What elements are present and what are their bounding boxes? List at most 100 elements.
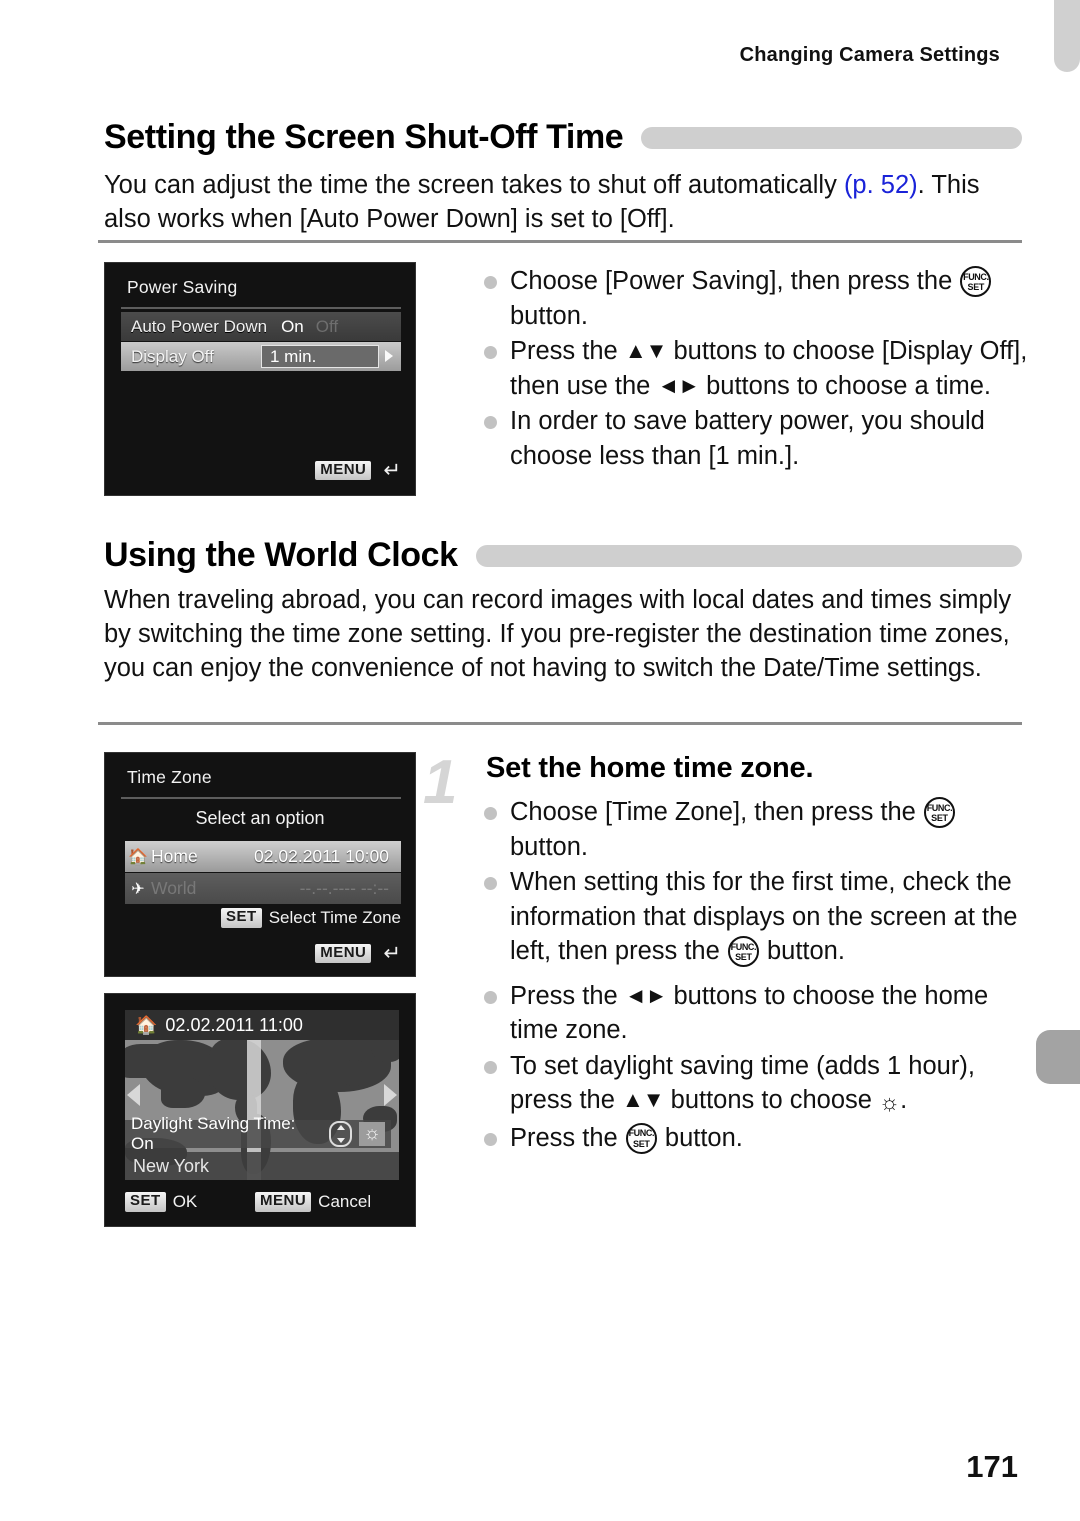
bullet-text-mid: buttons to choose bbox=[663, 1086, 880, 1114]
left-arrow-icon[interactable] bbox=[127, 1084, 140, 1106]
row-value-display-off[interactable]: 1 min. bbox=[261, 345, 379, 368]
screen-title: Time Zone bbox=[127, 767, 212, 787]
daylight-saving-label: Daylight Saving Time: On bbox=[131, 1114, 296, 1153]
section-title: Using the World Clock bbox=[104, 536, 458, 574]
screen-title-divider bbox=[121, 797, 401, 799]
screen-footer-menu[interactable]: MENU ↵ bbox=[315, 943, 401, 964]
time-zone-screen: Time Zone Select an option 🏠 Home 02.02.… bbox=[104, 752, 416, 977]
left-right-arrows-icon: ◄► bbox=[624, 982, 668, 1008]
bullet-dot-icon bbox=[484, 1060, 497, 1074]
set-badge[interactable]: SET bbox=[125, 1192, 166, 1212]
bullet-item: To set daylight saving time (adds 1 hour… bbox=[470, 1049, 1030, 1120]
menu-label: Cancel bbox=[318, 1192, 372, 1211]
bullet-dot-icon bbox=[484, 276, 497, 289]
bullet-item: Choose [Time Zone], then press the FUNC.… bbox=[470, 795, 1030, 864]
screen-subtitle: Select an option bbox=[195, 808, 325, 828]
screen-title: Power Saving bbox=[127, 277, 238, 297]
landmass bbox=[161, 1076, 205, 1108]
up-down-pill-icon[interactable] bbox=[329, 1121, 353, 1147]
set-label: Select Time Zone bbox=[268, 908, 401, 927]
bullet-text: In order to save battery power, you shou… bbox=[510, 407, 985, 470]
landmass bbox=[209, 1038, 271, 1100]
divider-rule-1 bbox=[98, 240, 1022, 243]
step-number: 1 bbox=[423, 748, 458, 817]
row-date: --.--.---- --:-- bbox=[299, 878, 389, 898]
time-zone-row-home[interactable]: 🏠 Home 02.02.2011 10:00 bbox=[125, 841, 401, 872]
up-down-arrows-icon: ▲▼ bbox=[621, 1087, 665, 1112]
sun-icon: ☼ bbox=[879, 1089, 901, 1115]
bullet-text: Choose [Time Zone], then press the bbox=[510, 798, 923, 826]
bullet-text: Press the bbox=[510, 337, 625, 365]
sun-icon[interactable]: ☼ bbox=[359, 1122, 385, 1146]
menu-badge[interactable]: MENU bbox=[255, 1192, 312, 1212]
left-right-arrows-icon: ◄► bbox=[657, 372, 700, 398]
bullet-item: Press the ◄► buttons to choose the home … bbox=[470, 979, 1030, 1048]
bullet-text: Press the bbox=[510, 981, 625, 1010]
bullet-item: When setting this for the first time, ch… bbox=[470, 865, 1030, 969]
heading-bar bbox=[641, 126, 1022, 149]
row-label: Display Off bbox=[131, 346, 214, 366]
power-saving-instructions: Choose [Power Saving], then press the FU… bbox=[470, 264, 1030, 474]
bullet-dot-icon bbox=[484, 807, 497, 820]
world-map[interactable]: 🏠 02.02.2011 11:00 Daylight Saving Time:… bbox=[125, 1010, 399, 1180]
bullet-text: Choose [Power Saving], then press the bbox=[510, 267, 960, 295]
edge-tab-top bbox=[1054, 0, 1080, 72]
bullet-dot-icon bbox=[484, 877, 497, 890]
screen-footer-menu[interactable]: MENU Cancel bbox=[255, 1192, 371, 1212]
heading-bar bbox=[475, 544, 1022, 567]
menu-badge[interactable]: MENU bbox=[315, 460, 372, 481]
daylight-saving-bar[interactable]: Daylight Saving Time: On ☼ bbox=[125, 1114, 391, 1153]
map-datetime: 02.02.2011 11:00 bbox=[165, 1014, 303, 1035]
step-title: Set the home time zone. bbox=[486, 752, 814, 784]
city-bar: New York bbox=[125, 1152, 399, 1180]
screen-footer-set[interactable]: SET Select Time Zone bbox=[221, 908, 401, 928]
row-value-off[interactable]: Off bbox=[316, 317, 338, 337]
return-arrow-icon: ↵ bbox=[383, 942, 401, 965]
func-set-icon: FUNC. SET bbox=[960, 266, 992, 297]
divider-rule-2 bbox=[98, 722, 1022, 725]
set-label: OK bbox=[172, 1192, 198, 1211]
row-display-off[interactable]: Display Off 1 min. bbox=[121, 342, 401, 371]
func-set-icon: FUNC. SET bbox=[727, 936, 759, 967]
bullet-text-post: button. bbox=[510, 832, 588, 861]
bullet-text: Press the bbox=[510, 1123, 625, 1152]
section-paragraph-world-clock: When traveling abroad, you can record im… bbox=[104, 586, 1012, 682]
bullet-text-post: button. bbox=[759, 937, 845, 965]
bullet-dot-icon bbox=[484, 990, 497, 1004]
bullet-text-post: buttons to choose a time. bbox=[699, 371, 992, 400]
page-number: 171 bbox=[966, 1449, 1018, 1484]
city-name: New York bbox=[133, 1155, 210, 1176]
world-map-screen: 🏠 02.02.2011 11:00 Daylight Saving Time:… bbox=[104, 993, 416, 1227]
right-arrow-icon[interactable] bbox=[385, 350, 393, 362]
bullet-item: Choose [Power Saving], then press the FU… bbox=[470, 264, 1030, 333]
func-set-icon: FUNC. SET bbox=[923, 797, 955, 828]
return-arrow-icon: ↵ bbox=[383, 459, 401, 482]
page-reference-link[interactable]: (p. 52) bbox=[844, 171, 918, 199]
map-datetime-bar: 🏠 02.02.2011 11:00 bbox=[125, 1010, 399, 1040]
screen-footer-set[interactable]: SET OK bbox=[125, 1192, 197, 1212]
paragraph-text-part1: You can adjust the time the screen takes… bbox=[104, 171, 844, 199]
bullet-item: In order to save battery power, you shou… bbox=[470, 404, 1030, 473]
up-down-arrows-icon: ▲▼ bbox=[624, 338, 668, 363]
home-icon: 🏠 bbox=[135, 1014, 158, 1035]
time-zone-row-world[interactable]: ✈ World --.--.---- --:-- bbox=[125, 873, 401, 904]
row-value-on[interactable]: On bbox=[281, 317, 304, 337]
airplane-icon: ✈ bbox=[131, 880, 145, 898]
row-date: 02.02.2011 10:00 bbox=[254, 846, 389, 866]
screen-footer-menu[interactable]: MENU ↵ bbox=[315, 460, 401, 481]
section-paragraph-screen-shut-off: You can adjust the time the screen takes… bbox=[104, 168, 1022, 236]
row-name: World bbox=[151, 878, 197, 898]
bullet-text-post: button. bbox=[657, 1123, 743, 1152]
landmass bbox=[337, 1060, 371, 1086]
edge-tab-chapter-marker bbox=[1036, 1030, 1080, 1084]
world-clock-instructions: Choose [Time Zone], then press the FUNC.… bbox=[470, 795, 1030, 1156]
right-arrow-icon[interactable] bbox=[384, 1084, 397, 1106]
running-head: Changing Camera Settings bbox=[739, 44, 1000, 66]
row-auto-power-down[interactable]: Auto Power Down On Off bbox=[121, 312, 401, 341]
bullet-item: Press the FUNC. SET button. bbox=[470, 1121, 1030, 1156]
menu-badge[interactable]: MENU bbox=[315, 943, 372, 964]
section-heading-screen-shut-off: Setting the Screen Shut-Off Time bbox=[104, 118, 1022, 157]
set-badge[interactable]: SET bbox=[221, 908, 262, 928]
power-saving-screen: Power Saving Auto Power Down On Off Disp… bbox=[104, 262, 416, 496]
bullet-dot-icon bbox=[484, 346, 497, 359]
